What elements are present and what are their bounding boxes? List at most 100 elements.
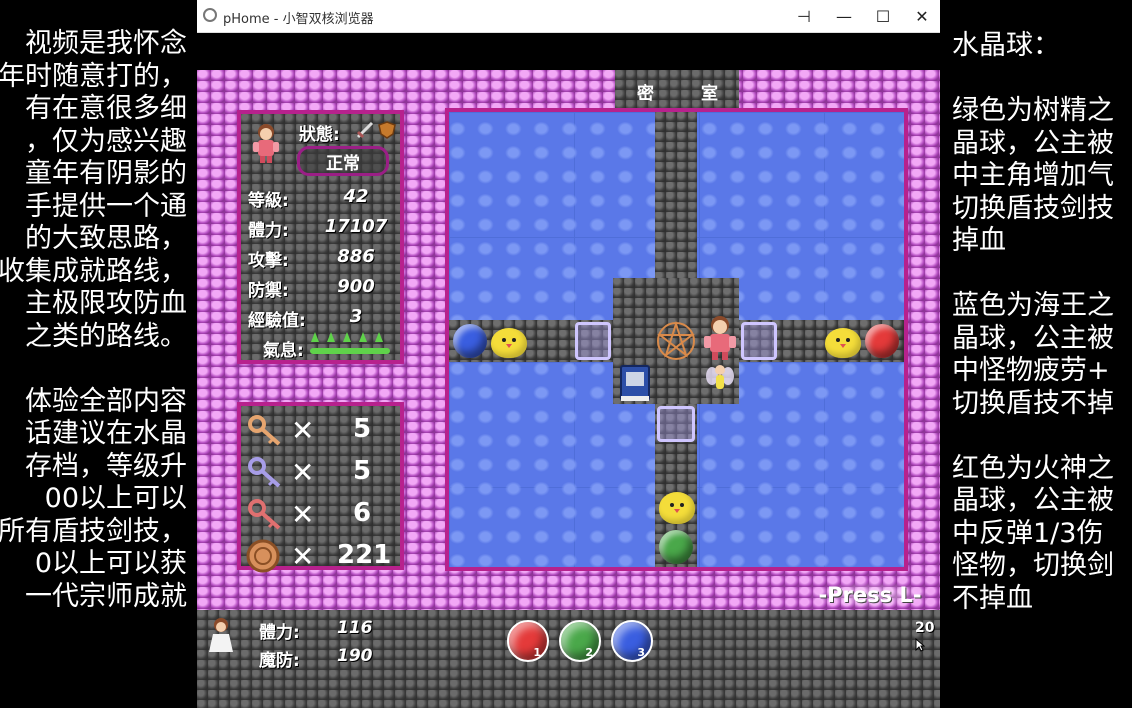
blue-key-icon [247,456,283,490]
south-gate-door[interactable] [657,406,695,442]
left-caption-line: 话建议在水晶 [25,418,187,449]
exp-value: 3 [349,306,363,327]
red-skill-orb-icon[interactable]: 1 [507,620,549,662]
room-name-plate: 密 室 [615,70,739,110]
left-caption-line: 收集成就路线， [0,255,187,287]
level-label: 等級: [248,191,289,211]
left-caption-line: 童年有阴影的 [25,158,187,189]
left-caption-line: 的大致思路， [25,223,187,254]
right-caption-line: 晶球，公主被 [952,322,1114,354]
sword-icon [355,120,375,140]
game-canvas[interactable]: 密 室 狀態: 正常 等級: 42 體力: 17107 攻擊: 886 防禦: … [197,70,940,708]
left-caption-line: 一代宗师成就 [25,580,187,612]
attack-label: 攻擊: [248,251,289,271]
right-caption-line: 中怪物疲劳+ [952,355,1110,386]
companion-hp-label: 體力: [259,623,300,643]
companion-mdef-value: 190 [337,646,373,666]
left-caption-line: 0以上可以获 [34,548,187,579]
yellow-key-icon [247,414,283,448]
left-caption-line: 年时随意打的， [0,60,187,92]
right-caption-line: 蓝色为海王之 [952,290,1114,321]
inventory-panel: ✕ 5 ✕ 5 ✕ 6 ✕ 221 [237,402,404,573]
hp-value: 17107 [324,216,388,237]
right-caption-line: 中反弹1/3伤 [952,517,1104,549]
right-caption-line: 怪物，切换剑 [952,550,1114,581]
blue-crystal-orb[interactable] [453,324,487,358]
fairy-companion-icon[interactable] [705,362,735,396]
right-caption-line: 不掉血 [952,582,1033,614]
maximize-button[interactable]: ☐ [863,0,903,32]
multiply-sign: ✕ [291,498,315,531]
multiply-sign: ✕ [291,456,315,489]
left-caption-line: 手提供一个通 [25,190,187,222]
left-caption-line: ，仅为感兴趣 [25,125,187,157]
right-caption-line: 绿色为树精之 [952,95,1114,126]
right-caption-line: 掉血 [952,225,1006,256]
red-crystal-orb[interactable] [865,324,899,358]
west-gate-door[interactable] [575,322,611,360]
companion-mdef-label: 魔防: [259,651,300,671]
right-caption-line: 切换盾技不掉 [952,387,1114,419]
green-crystal-orb[interactable] [659,530,693,564]
defense-label: 防禦: [248,281,289,301]
monster-manual-book-icon[interactable] [617,364,653,404]
blue-key-row: ✕ 5 [241,452,400,494]
hp-label: 體力: [248,221,289,241]
defense-value: 900 [337,276,375,297]
companion-hp-value: 116 [337,618,373,638]
shield-icon [377,120,397,140]
left-caption-line: 存档，等级升 [25,450,187,482]
status-panel: 狀態: 正常 等級: 42 體力: 17107 攻擊: 886 防禦: 900 … [237,110,404,364]
browser-app-icon [203,8,217,22]
skill-1-number: 1 [533,646,541,659]
left-caption-line: 视频是我怀念 [25,28,187,59]
right-caption-line: 切换盾技剑技 [952,192,1114,224]
pentagram-icon[interactable] [655,320,697,362]
yellow-chick-monster[interactable] [825,328,861,358]
skill-2-number: 2 [585,646,593,659]
room-name-left: 密 [637,84,654,104]
right-caption-line: 晶球，公主被 [952,485,1114,516]
red-key-icon [247,498,283,532]
left-caption-line: 之类的路线。 [25,320,187,352]
yellow-key-row: ✕ 5 [241,410,400,452]
red-key-count: 6 [352,498,372,528]
window-titlebar: pHome - 小智双核浏览器 ⊣ — ☐ ✕ [197,0,940,33]
gold-coin-icon [245,538,281,574]
left-caption-line: 体验全部内容 [25,385,187,417]
hero-portrait-icon [249,122,283,164]
yellow-chick-monster[interactable] [659,492,695,524]
level-value: 42 [343,186,369,207]
room-name-right: 室 [701,84,718,104]
qi-label: 氣息: [263,341,304,361]
multiply-sign: ✕ [291,414,315,447]
companion-status-bar: 體力: 116 魔防: 190 1 2 3 20 [197,610,940,708]
left-caption-panel: 视频是我怀念 年时随意打的， 有在意很多细 ，仅为感兴趣 童年有阴影的 手提供一个通 的大致… [0,0,197,708]
fairy-portrait-icon [205,616,237,656]
close-button[interactable]: ✕ [902,0,942,32]
yellow-key-count: 5 [352,414,372,444]
right-caption-line: 晶球，公主被 [952,127,1114,159]
hero-sprite-icon[interactable] [699,314,741,362]
status-label: 狀態: [299,125,340,145]
floor-map[interactable] [445,108,908,571]
left-caption-line: 00以上可以 [44,483,187,514]
right-caption-line: 中主角增加气 [952,160,1114,191]
multiply-sign: ✕ [291,540,315,573]
press-l-hint: -Press L- [809,582,931,608]
right-caption-panel: 水晶球： 绿色为树精之 晶球，公主被 中主角增加气 切换盾技剑技 掉血 蓝色为海王之 晶球，公… [940,0,1132,708]
coin-count: 221 [337,540,392,570]
status-value: 正常 [326,153,360,174]
red-key-row: ✕ 6 [241,494,400,536]
yellow-chick-monster[interactable] [491,328,527,358]
blue-skill-orb-icon[interactable]: 3 [611,620,653,662]
green-skill-orb-icon[interactable]: 2 [559,620,601,662]
east-gate-door[interactable] [741,322,777,360]
window-title: pHome - 小智双核浏览器 [223,12,374,27]
left-caption-line: 主极限攻防血 [25,288,187,319]
exp-label: 經驗值: [248,311,306,331]
pin-button[interactable]: ⊣ [784,0,824,32]
minimize-button[interactable]: — [824,0,864,32]
qi-gauge-icon [309,328,391,356]
coin-row: ✕ 221 [241,536,400,578]
